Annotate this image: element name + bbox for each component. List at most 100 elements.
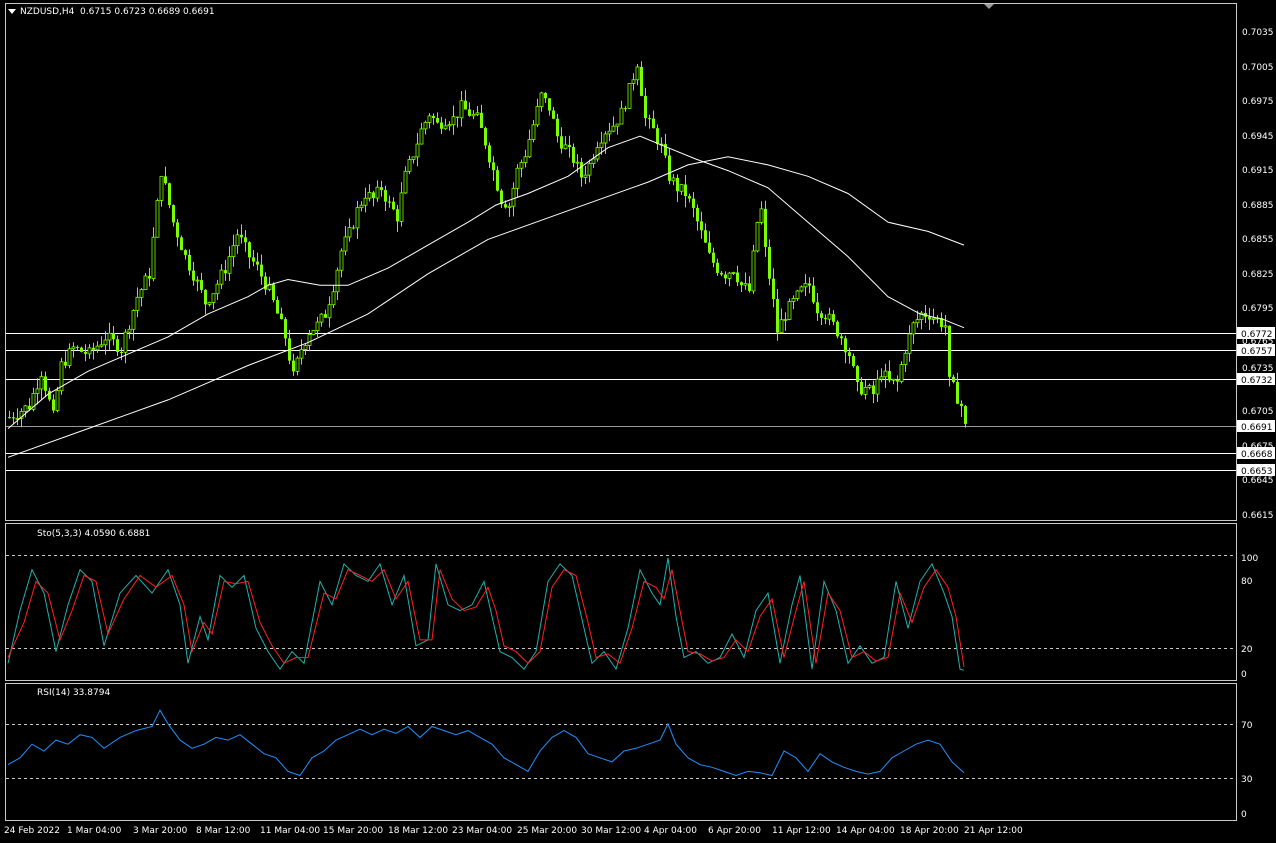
candle-body[interactable]	[768, 246, 771, 279]
candle-body[interactable]	[8, 417, 11, 419]
candle-body[interactable]	[120, 352, 123, 354]
candle-body[interactable]	[720, 272, 723, 275]
candle-body[interactable]	[812, 285, 815, 303]
candle-body[interactable]	[107, 332, 112, 341]
candle-body[interactable]	[87, 347, 92, 355]
candle-body[interactable]	[563, 144, 568, 149]
candle-body[interactable]	[427, 115, 432, 123]
candle-body[interactable]	[572, 146, 575, 163]
candle-body[interactable]	[504, 204, 507, 208]
candle-body[interactable]	[615, 123, 620, 127]
candle-body[interactable]	[755, 222, 760, 252]
candle-body[interactable]	[575, 161, 580, 164]
candle-body[interactable]	[339, 250, 344, 271]
candle-body[interactable]	[112, 333, 115, 340]
candle-body[interactable]	[619, 107, 624, 125]
candle-body[interactable]	[652, 118, 655, 129]
candle-body[interactable]	[260, 264, 263, 277]
candle-body[interactable]	[172, 205, 175, 223]
candle-body[interactable]	[464, 100, 467, 110]
candle-body[interactable]	[816, 302, 819, 314]
candle-body[interactable]	[776, 299, 779, 333]
candle-body[interactable]	[668, 155, 671, 181]
candle-body[interactable]	[80, 347, 83, 352]
candle-body[interactable]	[471, 113, 476, 117]
candle-body[interactable]	[779, 319, 784, 333]
candle-body[interactable]	[35, 388, 40, 394]
candle-body[interactable]	[143, 275, 148, 290]
candle-body[interactable]	[631, 79, 636, 84]
candle-body[interactable]	[475, 112, 480, 115]
candle-body[interactable]	[403, 170, 408, 194]
candle-body[interactable]	[224, 270, 227, 274]
candle-body[interactable]	[952, 376, 955, 382]
candle-body[interactable]	[844, 338, 847, 353]
candle-body[interactable]	[599, 142, 604, 148]
candle-body[interactable]	[227, 256, 232, 274]
candle-body[interactable]	[896, 379, 899, 382]
candle-body[interactable]	[840, 336, 843, 339]
candle-body[interactable]	[235, 234, 240, 247]
candle-body[interactable]	[211, 293, 216, 303]
candle-body[interactable]	[151, 236, 156, 279]
candle-body[interactable]	[447, 124, 452, 127]
candle-body[interactable]	[307, 334, 312, 346]
candle-body[interactable]	[315, 321, 320, 331]
candle-body[interactable]	[879, 376, 884, 380]
candle-body[interactable]	[903, 352, 908, 365]
candle-body[interactable]	[552, 110, 555, 119]
candle-body[interactable]	[515, 167, 520, 189]
candle-body[interactable]	[407, 159, 412, 172]
candle-body[interactable]	[207, 302, 212, 305]
candle-body[interactable]	[787, 301, 792, 320]
candle-body[interactable]	[679, 184, 684, 192]
candle-body[interactable]	[708, 242, 711, 253]
candle-body[interactable]	[135, 296, 140, 311]
candle-body[interactable]	[139, 289, 144, 298]
candle-body[interactable]	[611, 125, 616, 132]
candle-body[interactable]	[204, 289, 207, 305]
horizontal-levels[interactable]	[6, 333, 1236, 471]
candle-body[interactable]	[603, 133, 608, 144]
candle-body[interactable]	[39, 376, 44, 390]
candle-body[interactable]	[624, 108, 627, 110]
candle-body[interactable]	[808, 283, 811, 286]
candle-body[interactable]	[587, 163, 592, 176]
candlestick-series[interactable]	[8, 61, 967, 428]
candle-body[interactable]	[748, 283, 751, 291]
candle-body[interactable]	[347, 227, 352, 238]
candle-body[interactable]	[324, 314, 327, 318]
candle-body[interactable]	[215, 283, 220, 295]
candle-body[interactable]	[95, 345, 100, 351]
candle-body[interactable]	[648, 118, 651, 120]
candle-body[interactable]	[244, 237, 247, 243]
candle-body[interactable]	[759, 208, 764, 223]
candle-body[interactable]	[415, 143, 420, 158]
candle-body[interactable]	[931, 317, 936, 320]
scroll-shift-marker-icon[interactable]	[984, 4, 994, 9]
candle-body[interactable]	[319, 313, 324, 323]
candle-body[interactable]	[716, 262, 719, 273]
candle-body[interactable]	[519, 162, 524, 169]
candle-body[interactable]	[731, 272, 736, 274]
candle-body[interactable]	[123, 331, 128, 353]
candle-body[interactable]	[148, 275, 151, 279]
candle-body[interactable]	[684, 184, 687, 197]
candle-body[interactable]	[688, 196, 691, 199]
candle-body[interactable]	[67, 348, 72, 366]
candle-body[interactable]	[836, 321, 839, 337]
candle-body[interactable]	[595, 147, 600, 160]
candle-body[interactable]	[180, 237, 183, 251]
candle-body[interactable]	[388, 201, 391, 203]
candle-body[interactable]	[231, 245, 236, 258]
candle-body[interactable]	[303, 345, 308, 350]
candle-body[interactable]	[252, 257, 255, 262]
candle-body[interactable]	[248, 242, 251, 258]
candle-body[interactable]	[743, 283, 748, 286]
candle-body[interactable]	[64, 361, 67, 366]
candle-body[interactable]	[440, 122, 443, 129]
candle-body[interactable]	[948, 325, 951, 377]
candle-body[interactable]	[103, 339, 108, 346]
candle-body[interactable]	[764, 208, 767, 247]
chart-menu-triangle-icon[interactable]	[8, 9, 16, 14]
